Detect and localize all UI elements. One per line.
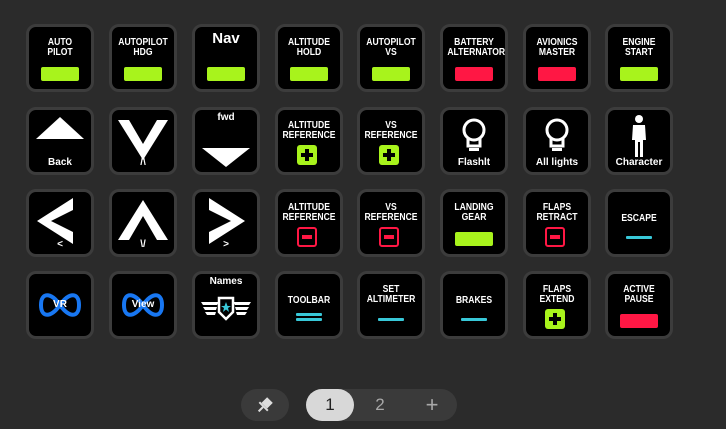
status-indicator [124,67,162,81]
nav-key[interactable]: Nav [192,24,260,92]
key-label: ALTITUDE HOLD [288,37,330,58]
altitude-reference-key[interactable]: ALTITUDE REFERENCE [275,189,343,257]
landing-gear-key[interactable]: LANDING GEAR [440,189,508,257]
key-label: TOOLBAR [287,295,331,306]
minus-icon [379,227,399,247]
add-page-button[interactable]: + [408,389,456,421]
character-key[interactable]: Character [605,107,673,175]
key-label: SET ALTIMETER [366,284,416,305]
key-label: fwd [217,112,235,123]
key-label: Names [209,276,243,287]
flashlt-key[interactable]: Flashlt [440,107,508,175]
back-key[interactable]: Back [26,107,94,175]
key-label: All lights [535,157,579,168]
all-lights-key[interactable]: All lights [523,107,591,175]
status-indicator [620,314,658,328]
set-altimeter-key[interactable]: SET ALTIMETER [357,271,425,339]
flaps-extend-key[interactable]: FLAPS EXTEND [523,271,591,339]
minus-icon [545,227,565,247]
key-label: LANDING GEAR [454,202,494,223]
key-label: BATTERY ALTERNATOR [447,37,506,58]
key-17-key[interactable]: \/ [109,189,177,257]
key-label: Character [615,157,663,168]
key-label: \/ [140,239,146,250]
battery-alternator-key[interactable]: BATTERY ALTERNATOR [440,24,508,92]
brakes-key[interactable]: BRAKES [440,271,508,339]
key-label: VS REFERENCE [364,202,418,223]
key-9-key[interactable]: /\ [109,107,177,175]
vs-reference-key[interactable]: VS REFERENCE [357,189,425,257]
status-line [626,236,652,239]
status-line [296,313,322,316]
page-tabs: 1 2 + [306,389,457,421]
plus-icon [379,145,399,165]
toolbar-key[interactable]: TOOLBAR [275,271,343,339]
vr-key[interactable]: VR [26,271,94,339]
pin-button[interactable] [241,389,289,421]
key-label: AUTO PILOT [47,37,73,58]
page-switcher: 1 2 + [0,385,726,425]
view-key[interactable]: View [109,271,177,339]
key-18-key[interactable]: > [192,189,260,257]
key-label: View [131,299,155,310]
key-label: BRAKES [455,295,493,306]
vs-reference-key[interactable]: VS REFERENCE [357,107,425,175]
escape-key[interactable]: ESCAPE [605,189,673,257]
status-indicator [455,67,493,81]
plus-icon [545,309,565,329]
status-indicator [290,67,328,81]
key-label: FLAPS RETRACT [536,202,578,223]
status-indicator [372,67,410,81]
fwd-key[interactable]: fwd [192,107,260,175]
minus-icon [297,227,317,247]
names-key[interactable]: Names [192,271,260,339]
status-indicator [455,232,493,246]
status-indicator [207,67,245,81]
autopilot-hdg-key[interactable]: AUTOPILOT HDG [109,24,177,92]
status-line [378,318,404,321]
key-16-key[interactable]: < [26,189,94,257]
key-label: < [57,239,63,250]
status-line [296,318,322,321]
key-label: AVIONICS MASTER [536,37,578,58]
flaps-retract-key[interactable]: FLAPS RETRACT [523,189,591,257]
page-tab-2[interactable]: 2 [356,389,404,421]
pin-icon [257,397,273,413]
key-label: ALTITUDE REFERENCE [282,120,336,141]
page-tab-1[interactable]: 1 [306,389,354,421]
key-label: FLAPS EXTEND [539,284,575,305]
key-label: > [223,239,229,250]
key-label: Back [48,157,72,168]
status-indicator [620,67,658,81]
status-line [461,318,487,321]
key-label: AUTOPILOT VS [366,37,416,58]
engine-start-key[interactable]: ENGINE START [605,24,673,92]
status-indicator [538,67,576,81]
altitude-hold-key[interactable]: ALTITUDE HOLD [275,24,343,92]
key-label: ESCAPE [621,213,657,224]
key-label: ALTITUDE REFERENCE [282,202,336,223]
key-label: Nav [212,30,240,47]
auto-pilot-key[interactable]: AUTO PILOT [26,24,94,92]
key-label: Flashlt [457,157,491,168]
key-grid: AUTO PILOT AUTOPILOT HDG Nav ALTITUDE HOLD A… [0,0,726,360]
active-pause-key[interactable]: ACTIVE PAUSE [605,271,673,339]
key-label: ACTIVE PAUSE [623,284,655,305]
key-label: ENGINE START [622,37,656,58]
autopilot-vs-key[interactable]: AUTOPILOT VS [357,24,425,92]
plus-icon [297,145,317,165]
avionics-master-key[interactable]: AVIONICS MASTER [523,24,591,92]
status-indicator [41,67,79,81]
key-label: VS REFERENCE [364,120,418,141]
key-label: AUTOPILOT HDG [118,37,168,58]
key-label: /\ [140,157,146,168]
altitude-reference-key[interactable]: ALTITUDE REFERENCE [275,107,343,175]
key-label: VR [53,299,67,310]
